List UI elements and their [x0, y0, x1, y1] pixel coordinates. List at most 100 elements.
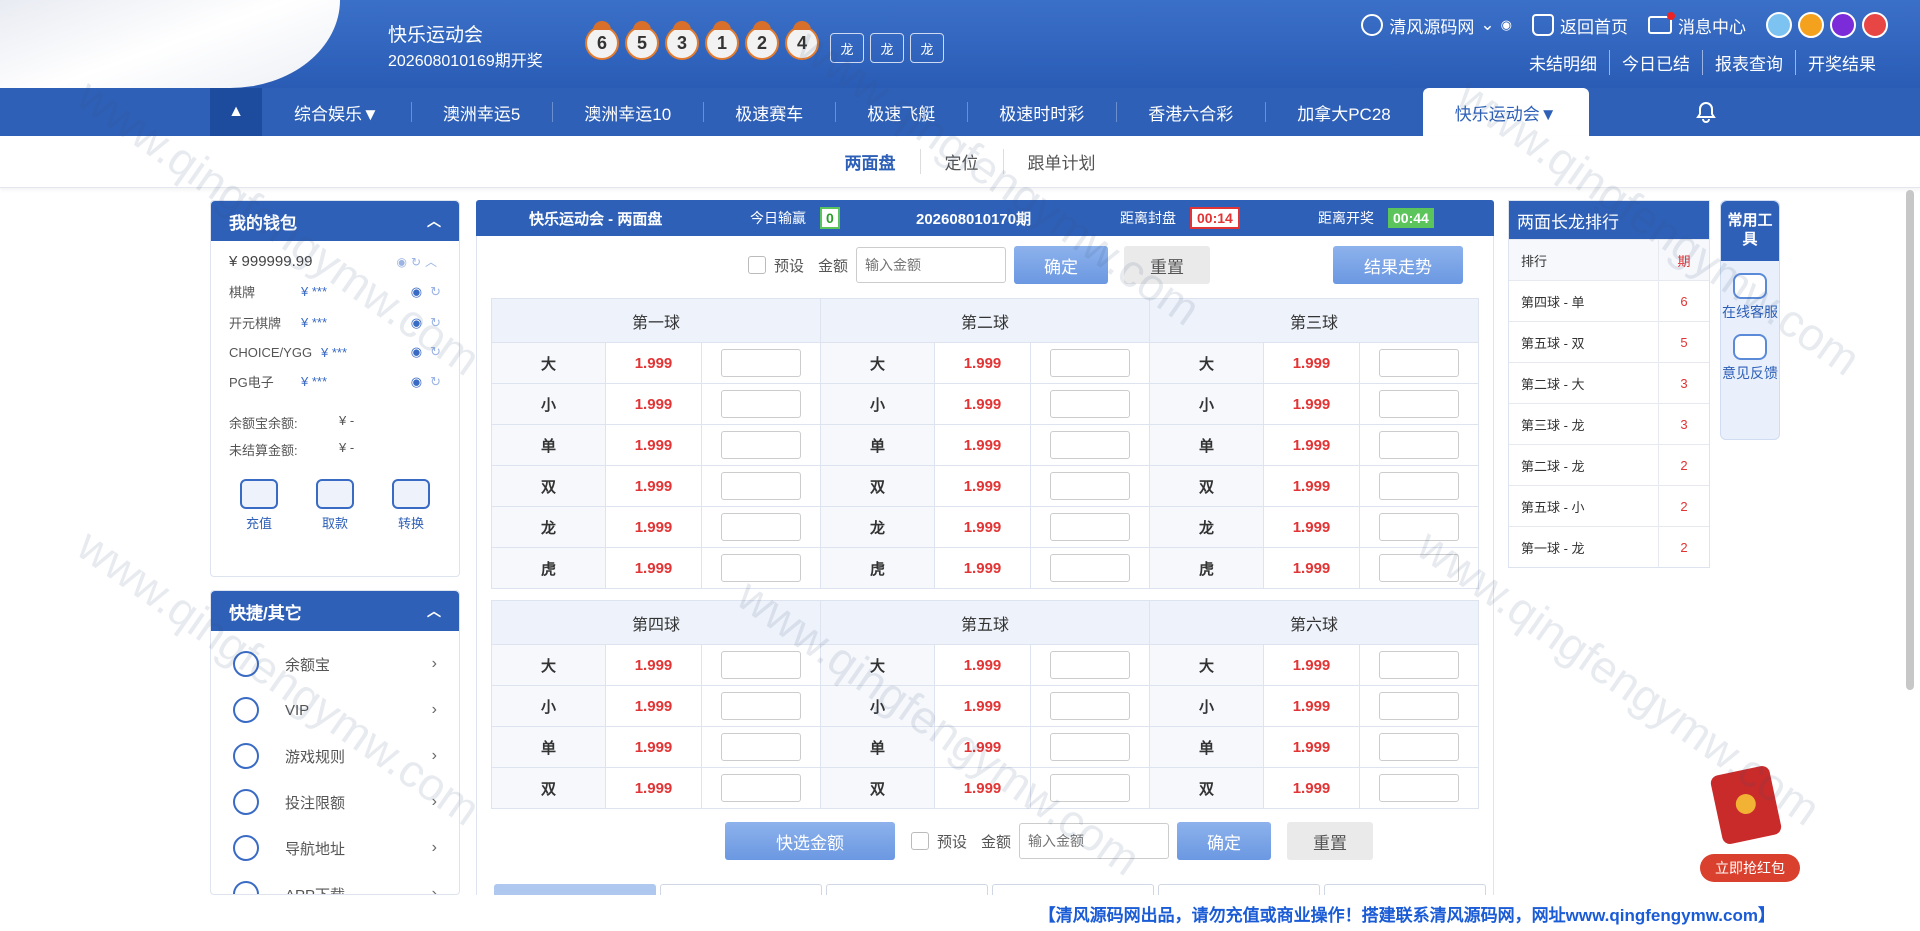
nav-collapse-button[interactable]: ▲ [210, 88, 262, 136]
bet-amount-input[interactable] [1379, 431, 1459, 459]
refresh-icon[interactable]: ↻ [430, 374, 441, 390]
eye-icon[interactable]: ◉ [411, 344, 422, 360]
bet-odds[interactable]: 1.999 [1263, 424, 1360, 466]
bet-amount-input[interactable] [721, 472, 801, 500]
unsettled-link[interactable]: 未结明细 [1517, 50, 1609, 75]
bet-amount-input[interactable] [721, 733, 801, 761]
bet-amount-input[interactable] [1379, 774, 1459, 802]
bet-odds[interactable]: 1.999 [605, 465, 702, 507]
reset-button[interactable]: 重置 [1287, 822, 1374, 860]
bet-amount-input[interactable] [721, 431, 801, 459]
bet-odds[interactable]: 1.999 [605, 644, 702, 686]
deposit-button[interactable]: 充值 [240, 479, 278, 532]
menu-item-vip[interactable]: VIP › [211, 687, 459, 733]
bell-icon[interactable] [1692, 98, 1720, 126]
nav-item-speed-ssc[interactable]: 极速时时彩 [967, 88, 1116, 136]
user-menu[interactable]: 清风源码网 ⌄ ◉ [1361, 13, 1512, 38]
bet-odds[interactable]: 1.999 [605, 342, 702, 384]
theme-color-orange[interactable] [1798, 12, 1824, 38]
bet-amount-input[interactable] [1379, 733, 1459, 761]
red-packet-widget[interactable]: 立即抢红包 [1700, 764, 1800, 886]
nav-item-sports-meet[interactable]: 快乐运动会▼ [1422, 88, 1589, 136]
bet-odds[interactable]: 1.999 [605, 383, 702, 425]
amount-input[interactable] [856, 247, 1007, 283]
refresh-icon[interactable]: ↻ [430, 315, 441, 331]
nav-item-entertainment[interactable]: 综合娱乐▼ [262, 88, 411, 136]
collapse-icon[interactable]: ︿ [427, 601, 441, 621]
bet-odds[interactable]: 1.999 [934, 767, 1031, 809]
bet-amount-input[interactable] [721, 651, 801, 679]
amount-input[interactable] [1019, 823, 1170, 859]
bet-odds[interactable]: 1.999 [1263, 767, 1360, 809]
bet-amount-input[interactable] [1050, 692, 1130, 720]
bet-odds[interactable]: 1.999 [1263, 465, 1360, 507]
bet-odds[interactable]: 1.999 [1263, 383, 1360, 425]
settled-today-link[interactable]: 今日已结 [1609, 50, 1702, 75]
theme-color-blue[interactable] [1766, 12, 1792, 38]
bet-amount-input[interactable] [1050, 390, 1130, 418]
eye-icon[interactable]: ◉ [1501, 17, 1512, 33]
bet-amount-input[interactable] [721, 390, 801, 418]
bet-amount-input[interactable] [721, 692, 801, 720]
bet-amount-input[interactable] [1050, 472, 1130, 500]
bet-amount-input[interactable] [1379, 651, 1459, 679]
bet-amount-input[interactable] [1050, 513, 1130, 541]
eye-icon[interactable]: ◉ [411, 374, 422, 390]
refresh-icon[interactable]: ↻ [430, 344, 441, 360]
draw-results-link[interactable]: 开奖结果 [1795, 50, 1888, 75]
bet-odds[interactable]: 1.999 [934, 506, 1031, 548]
menu-item-limits[interactable]: 投注限额 › [211, 779, 459, 825]
balance-tools-icon[interactable]: ◉↻︿ [396, 253, 441, 270]
nav-item-speed-boat[interactable]: 极速飞艇 [835, 88, 967, 136]
bet-amount-input[interactable] [1050, 431, 1130, 459]
bet-odds[interactable]: 1.999 [605, 506, 702, 548]
feedback-button[interactable]: 意见反馈 [1721, 334, 1779, 383]
refresh-icon[interactable]: ↻ [430, 284, 441, 300]
menu-item-yuebao[interactable]: 余额宝 › [211, 641, 459, 687]
bet-odds[interactable]: 1.999 [605, 685, 702, 727]
bet-odds[interactable]: 1.999 [934, 424, 1031, 466]
menu-item-app-download[interactable]: APP下载 › [211, 871, 459, 894]
transfer-button[interactable]: 转换 [392, 479, 430, 532]
bet-amount-input[interactable] [721, 554, 801, 582]
theme-color-purple[interactable] [1830, 12, 1856, 38]
bet-odds[interactable]: 1.999 [934, 383, 1031, 425]
online-service-button[interactable]: 在线客服 [1721, 273, 1779, 322]
bet-odds[interactable]: 1.999 [934, 342, 1031, 384]
bet-amount-input[interactable] [1050, 554, 1130, 582]
bet-amount-input[interactable] [721, 774, 801, 802]
collapse-icon[interactable]: ︿ [427, 211, 441, 231]
tab-two-sides[interactable]: 两面盘 [821, 149, 920, 174]
bet-odds[interactable]: 1.999 [934, 644, 1031, 686]
bet-odds[interactable]: 1.999 [1263, 506, 1360, 548]
bet-amount-input[interactable] [721, 349, 801, 377]
message-center-link[interactable]: 消息中心 [1648, 12, 1746, 38]
nav-item-aus10[interactable]: 澳洲幸运10 [552, 88, 703, 136]
preset-checkbox[interactable] [748, 256, 766, 274]
bet-amount-input[interactable] [1050, 349, 1130, 377]
bet-amount-input[interactable] [1379, 390, 1459, 418]
reset-button[interactable]: 重置 [1124, 246, 1211, 284]
bet-amount-input[interactable] [1379, 349, 1459, 377]
nav-item-aus5[interactable]: 澳洲幸运5 [410, 88, 552, 136]
bet-amount-input[interactable] [1379, 472, 1459, 500]
home-link[interactable]: 返回首页 [1532, 13, 1628, 38]
bet-amount-input[interactable] [1050, 733, 1130, 761]
bet-amount-input[interactable] [721, 513, 801, 541]
trend-button[interactable]: 结果走势 [1333, 246, 1463, 284]
bet-amount-input[interactable] [1379, 513, 1459, 541]
bet-odds[interactable]: 1.999 [934, 465, 1031, 507]
bet-amount-input[interactable] [1379, 692, 1459, 720]
preset-checkbox[interactable] [911, 832, 929, 850]
confirm-button[interactable]: 确定 [1014, 246, 1109, 284]
bet-odds[interactable]: 1.999 [934, 547, 1031, 589]
nav-item-canada-pc28[interactable]: 加拿大PC28 [1265, 88, 1423, 136]
menu-item-nav-address[interactable]: 导航地址 › [211, 825, 459, 871]
bet-odds[interactable]: 1.999 [934, 685, 1031, 727]
bet-odds[interactable]: 1.999 [605, 726, 702, 768]
nav-item-speed-racing[interactable]: 极速赛车 [703, 88, 835, 136]
eye-icon[interactable]: ◉ [411, 315, 422, 331]
bet-odds[interactable]: 1.999 [605, 424, 702, 466]
page-scrollbar[interactable] [1906, 190, 1914, 690]
confirm-button[interactable]: 确定 [1177, 822, 1272, 860]
